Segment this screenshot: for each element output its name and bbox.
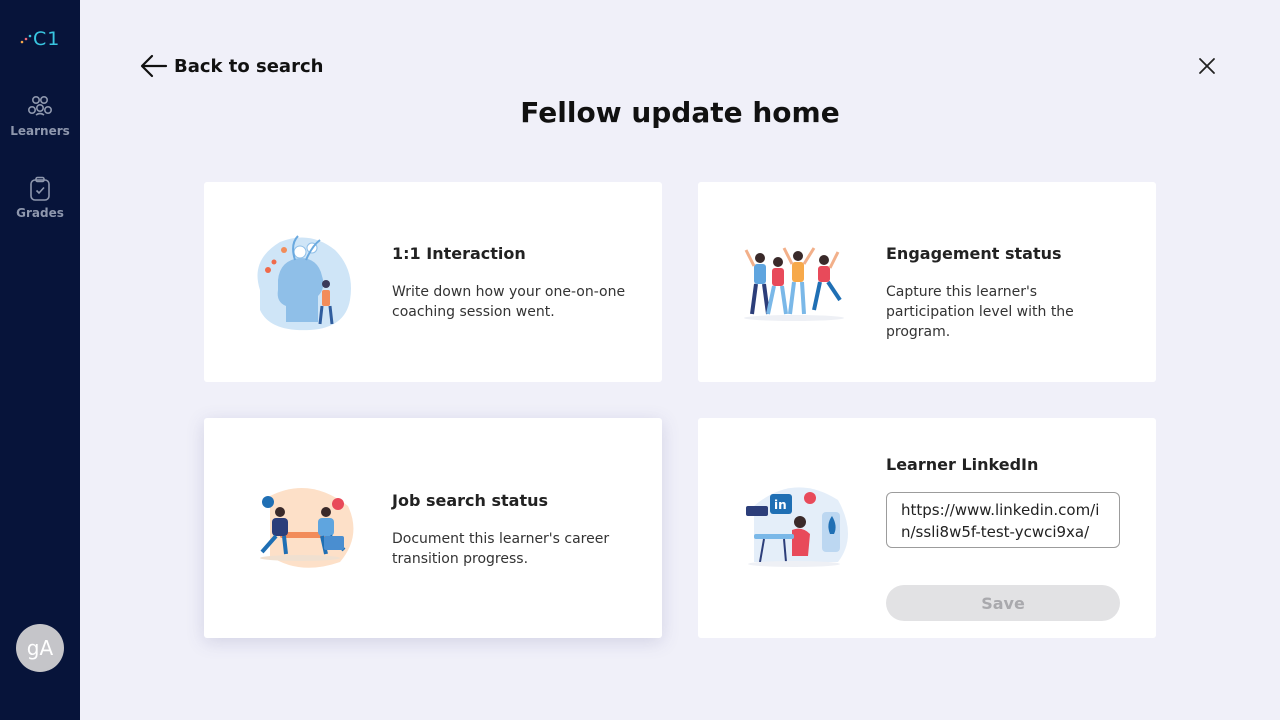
logo-dots-icon [20, 34, 32, 44]
celebrating-people-illustration [744, 247, 844, 321]
page-title: Fellow update home [520, 96, 840, 129]
save-button[interactable]: Save [886, 585, 1120, 621]
avatar[interactable]: gA [16, 624, 64, 672]
card-description: Capture this learner's participation lev… [886, 284, 1074, 340]
job-search-status-card[interactable]: Job search status Document this learner'… [204, 418, 662, 638]
sidebar: C1 Learners Grades gA [0, 0, 80, 720]
interview-illustration [260, 488, 354, 568]
clipboard-check-icon [30, 176, 50, 201]
learners-icon [27, 95, 52, 116]
back-label: Back to search [174, 55, 324, 77]
linkedin-desk-illustration: in [746, 487, 848, 567]
card-title: Engagement status [886, 244, 1062, 263]
close-icon[interactable] [1196, 55, 1218, 77]
app-logo[interactable]: C1 [0, 28, 80, 52]
sidebar-item-learners[interactable]: Learners [0, 94, 80, 138]
logo-text: C1 [33, 28, 61, 50]
sidebar-item-label: Learners [10, 124, 70, 138]
card-description: Document this learner's career transitio… [392, 531, 610, 567]
interaction-card[interactable]: 1:1 Interaction Write down how your one-… [204, 182, 662, 382]
card-title: 1:1 Interaction [392, 244, 526, 263]
linkedin-url-input[interactable]: https://www.linkedin.com/in/ssli8w5f-tes… [886, 492, 1120, 548]
engagement-status-card[interactable]: Engagement status Capture this learner's… [698, 182, 1156, 382]
card-title: Learner LinkedIn [886, 455, 1039, 474]
card-title: Job search status [392, 491, 549, 510]
card-description: Write down how your one-on-one coaching … [392, 284, 626, 320]
learner-linkedin-card: in Learner LinkedIn https://www.linkedin… [698, 418, 1156, 638]
sidebar-item-label: Grades [16, 206, 64, 220]
sidebar-item-grades[interactable]: Grades [0, 176, 80, 220]
mind-growth-illustration [257, 235, 351, 331]
back-to-search-link[interactable]: Back to search [140, 54, 323, 78]
arrow-left-icon [140, 54, 168, 78]
svg-text:in: in [774, 498, 787, 512]
